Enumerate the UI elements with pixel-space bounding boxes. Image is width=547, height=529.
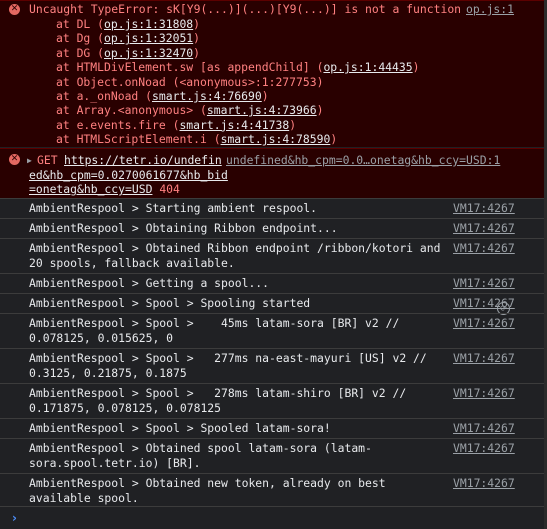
log-source-link[interactable]: VM17:4267 <box>453 351 515 366</box>
request-url-line3[interactable]: =onetag&hb_ccy=USD <box>29 182 152 196</box>
log-row: AmbientRespool > Obtained spool latam-so… <box>0 438 547 473</box>
stack-frame: at Object.onNoad (<anonymous>:1:277753) <box>56 75 323 90</box>
stack-frame: at a._onNoad (smart.js:4:76690) <box>56 89 269 104</box>
stack-frame-text: at Object.onNoad (<anonymous>:1:277753) <box>56 74 324 89</box>
stack-frame-text: at a._onNoad ( <box>56 89 153 103</box>
log-row: AmbientRespool > Starting ambient respoo… <box>0 198 547 218</box>
stack-frame-link[interactable]: op.js:1:32051 <box>104 31 193 45</box>
log-message: AmbientRespool > Spool > Spooling starte… <box>29 296 311 310</box>
log-message: AmbientRespool > Starting ambient respoo… <box>29 201 318 215</box>
log-row: AmbientRespool > Getting a spool... VM17:… <box>0 273 547 293</box>
stack-frame: at HTMLScriptElement.i (smart.js:4:78590… <box>56 132 337 147</box>
log-message: AmbientRespool > Spool > 278ms latam-shi… <box>29 386 414 415</box>
stack-frame-text: at Array.<anonymous> ( <box>56 103 207 118</box>
error-icon: ✕ <box>9 4 20 15</box>
log-message: AmbientRespool > Obtained Ribbon endpoin… <box>29 241 448 270</box>
stack-frame-suffix: ) <box>289 117 297 132</box>
log-source-link[interactable]: VM17:4267 <box>453 386 515 401</box>
error-message-get-404: ✕ ▶ GET https://tetr.io/undefin undefine… <box>0 148 547 315</box>
stack-frame-text: at HTMLDivElement.sw [as appendChild] ( <box>56 60 324 75</box>
stack-frame-text: at DG ( <box>56 45 105 60</box>
divider <box>0 506 547 507</box>
expand-arrow-icon[interactable]: ▶ <box>27 153 32 168</box>
log-message: AmbientRespool > Obtained spool latam-so… <box>29 441 372 470</box>
log-message: AmbientRespool > Obtained new token, alr… <box>29 476 393 505</box>
log-message: AmbientRespool > Getting a spool... <box>29 276 270 290</box>
stack-frame-link[interactable]: op.js:1:31808 <box>104 17 193 31</box>
log-source-link[interactable]: VM17:4267 <box>453 276 515 291</box>
stack-frame-text: at DL ( <box>56 17 105 31</box>
stack-frame: at HTMLDivElement.sw [as appendChild] (o… <box>56 60 419 75</box>
stack-frame-link[interactable]: op.js:1:44435 <box>323 60 412 74</box>
status-code: 404 <box>159 182 180 196</box>
stack-frame-link[interactable]: smart.js:4:73966 <box>207 103 317 117</box>
log-row: AmbientRespool > Spool > Spooling starte… <box>0 293 547 313</box>
log-source-link[interactable]: VM17:4267 <box>453 241 515 256</box>
log-row: AmbientRespool > Spool > 45ms latam-sora… <box>0 313 547 348</box>
stack-frame-text: at HTMLScriptElement.i ( <box>56 132 221 147</box>
error-source-link[interactable]: op.js:1 <box>466 2 514 17</box>
stack-frame-link[interactable]: op.js:1:32470 <box>104 46 193 60</box>
log-row: AmbientRespool > Spool > 278ms latam-shi… <box>0 383 547 418</box>
log-source-link[interactable]: VM17:4267 <box>453 476 515 491</box>
stack-frame-suffix: ) <box>261 89 269 103</box>
stack-frame-suffix: ) <box>330 132 338 147</box>
log-message: AmbientRespool > Spool > Spooled latam-s… <box>29 421 331 435</box>
stack-frame-link[interactable]: smart.js:4:76690 <box>152 89 262 103</box>
log-row: AmbientRespool > Obtaining Ribbon endpoi… <box>0 218 547 238</box>
stack-frame-text: at e.events.fire ( <box>56 117 180 132</box>
request-url-line3-wrap: =onetag&hb_ccy=USD 404 <box>29 182 180 197</box>
request-method: GET <box>37 153 58 168</box>
stack-frame-suffix: ) <box>193 31 201 46</box>
stack-frame-suffix: ) <box>193 45 201 60</box>
log-source-link[interactable]: VM17:4267 <box>453 421 515 436</box>
log-row: AmbientRespool > Obtained new token, alr… <box>0 473 547 508</box>
request-url-line2[interactable]: ed&hb_cpm=0.0270061677&hb_bid <box>29 168 228 183</box>
stack-frame-text: at Dg ( <box>56 31 105 46</box>
log-row: AmbientRespool > Spool > Spooled latam-s… <box>0 418 547 438</box>
stack-frame: at Array.<anonymous> (smart.js:4:73966) <box>56 103 323 118</box>
log-source-link[interactable]: VM17:4267 <box>453 201 515 216</box>
stack-frame: at DG (op.js:1:32470) <box>56 46 200 61</box>
stack-frame: at Dg (op.js:1:32051) <box>56 31 200 46</box>
error-icon: ✕ <box>9 154 20 165</box>
error-title: Uncaught TypeError: sK[Y9(...)](...)[Y9(… <box>29 2 462 16</box>
log-source-link[interactable]: VM17:4267 <box>453 221 515 236</box>
stack-frame-link[interactable]: smart.js:4:78590 <box>221 132 331 146</box>
log-source-link[interactable]: VM17:4267 <box>453 316 515 331</box>
stack-frame-suffix: ) <box>412 60 420 75</box>
log-message: AmbientRespool > Spool > 277ms na-east-m… <box>29 351 434 380</box>
devtools-console: ✕ Uncaught TypeError: sK[Y9(...)](...)[Y… <box>0 0 547 529</box>
stack-frame-suffix: ) <box>316 103 324 118</box>
log-source-link[interactable]: VM17:4267 <box>453 296 515 311</box>
console-prompt-icon[interactable]: › <box>12 511 17 526</box>
request-source-link[interactable]: undefined&hb_cpm=0.0…onetag&hb_ccy=USD:1 <box>226 153 500 168</box>
stack-frame-link[interactable]: smart.js:4:41738 <box>179 118 289 132</box>
log-source-link[interactable]: VM17:4267 <box>453 441 515 456</box>
request-url-line1[interactable]: https://tetr.io/undefin <box>64 153 222 168</box>
stack-frame: at e.events.fire (smart.js:4:41738) <box>56 118 296 133</box>
log-message: AmbientRespool > Obtaining Ribbon endpoi… <box>29 221 338 235</box>
log-row: AmbientRespool > Obtained Ribbon endpoin… <box>0 238 547 273</box>
log-message: AmbientRespool > Spool > 45ms latam-sora… <box>29 316 407 345</box>
method-label: GET <box>37 153 58 167</box>
stack-frame-suffix: ) <box>193 17 201 31</box>
stack-frame: at DL (op.js:1:31808) <box>56 17 200 32</box>
error-message-typeerror: ✕ Uncaught TypeError: sK[Y9(...)](...)[Y… <box>0 0 547 147</box>
log-row: AmbientRespool > Spool > 277ms na-east-m… <box>0 348 547 383</box>
